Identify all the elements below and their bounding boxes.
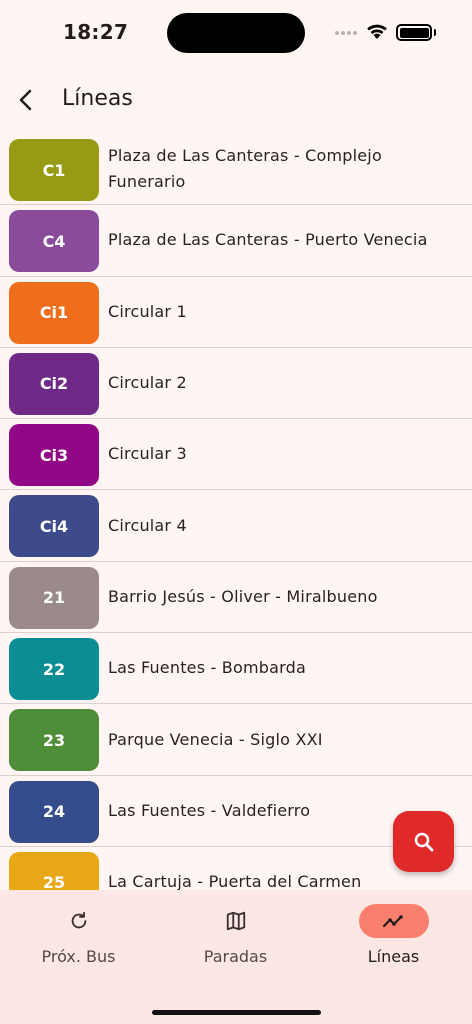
line-name: Las Fuentes - Bombarda (108, 658, 306, 678)
line-badge: Ci2 (9, 352, 99, 415)
lines-list[interactable]: C1 Plaza de Las Canteras - Complejo Fune… (0, 134, 472, 890)
back-button[interactable] (10, 84, 42, 116)
map-icon (226, 911, 245, 931)
status-bar: 18:27 (0, 0, 472, 64)
line-name: Plaza de Las Canteras - Complejo Funerar… (108, 146, 382, 192)
line-name: Parque Venecia - Siglo XXI (108, 729, 323, 749)
line-name: Plaza de Las Canteras - Puerto Venecia (108, 230, 428, 250)
line-badge: Ci3 (9, 424, 99, 487)
line-name: Circular 4 (108, 515, 187, 535)
nav-label: Líneas (367, 947, 420, 966)
status-time: 18:27 (63, 20, 129, 44)
line-badge: Ci4 (9, 495, 99, 558)
dynamic-island (167, 13, 305, 53)
page-title: Líneas (62, 86, 133, 111)
line-row-ci4[interactable]: Ci4 Circular 4 (0, 490, 472, 562)
line-name: Circular 1 (108, 301, 187, 321)
line-row-c1[interactable]: C1 Plaza de Las Canteras - Complejo Fune… (0, 134, 472, 206)
cellular-signal-icon (335, 31, 357, 35)
line-row-21[interactable]: 21 Barrio Jesús - Oliver - Miralbueno (0, 562, 472, 634)
trending-icon (382, 915, 403, 928)
line-row-22[interactable]: 22 Las Fuentes - Bombarda (0, 633, 472, 705)
nav-item-prox-bus[interactable]: Próx. Bus (0, 890, 157, 990)
nav-item-lineas[interactable]: Líneas (315, 890, 472, 990)
bottom-navigation: Próx. Bus Paradas Líneas (0, 890, 472, 1024)
search-icon (414, 832, 433, 851)
battery-icon (396, 24, 432, 41)
wifi-icon (367, 24, 387, 39)
line-badge: 22 (9, 638, 99, 701)
line-badge: 24 (9, 780, 99, 843)
line-badge: Ci1 (9, 281, 99, 344)
line-name: Circular 3 (108, 444, 187, 464)
nav-label: Próx. Bus (41, 947, 116, 966)
line-row-ci2[interactable]: Ci2 Circular 2 (0, 348, 472, 420)
chevron-left-icon (19, 89, 32, 111)
line-name: Barrio Jesús - Oliver - Miralbueno (108, 586, 378, 606)
line-badge: C4 (9, 210, 99, 273)
home-indicator (152, 1010, 321, 1015)
nav-label: Paradas (203, 947, 268, 966)
refresh-icon (71, 911, 86, 929)
nav-item-paradas[interactable]: Paradas (157, 890, 314, 990)
line-badge: 21 (9, 566, 99, 629)
nav-active-indicator (358, 904, 429, 938)
line-row-ci3[interactable]: Ci3 Circular 3 (0, 419, 472, 491)
line-name: La Cartuja - Puerta del Carmen (108, 872, 362, 890)
search-fab-button[interactable] (393, 811, 454, 872)
line-badge: C1 (9, 139, 99, 201)
line-name: Circular 2 (108, 373, 187, 393)
app-header: Líneas (0, 72, 472, 132)
line-row-ci1[interactable]: Ci1 Circular 1 (0, 277, 472, 348)
line-row-c4[interactable]: C4 Plaza de Las Canteras - Puerto Veneci… (0, 205, 472, 277)
line-badge: 25 (9, 851, 99, 890)
line-row-23[interactable]: 23 Parque Venecia - Siglo XXI (0, 704, 472, 776)
line-badge: 23 (9, 709, 99, 772)
